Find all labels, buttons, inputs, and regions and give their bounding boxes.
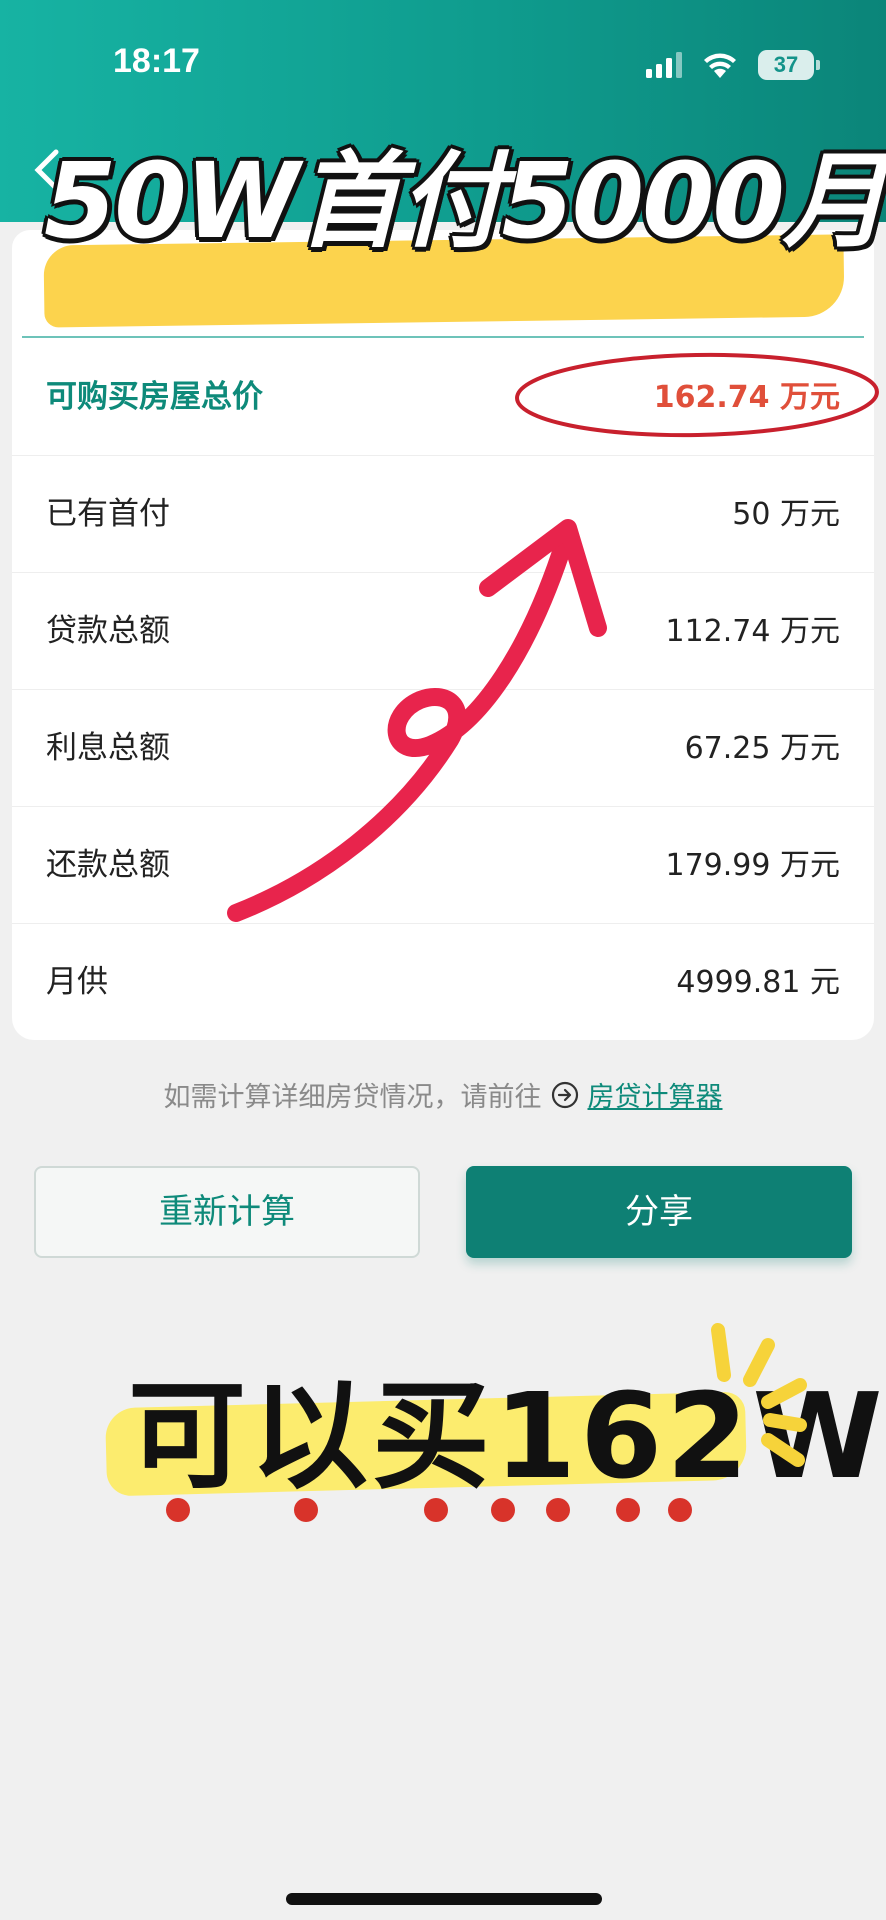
result-value: 112.74 万元 <box>665 614 840 649</box>
bottom-caption: 可以买162W <box>128 1367 886 1505</box>
result-row-monthly-payment: 月供 4999.81 元 <box>12 924 874 1041</box>
cellular-signal-icon <box>646 52 682 78</box>
status-icons: 37 <box>646 48 820 82</box>
mortgage-calculator-link[interactable]: 房贷计算器 <box>588 1075 723 1114</box>
status-time: 18:17 <box>113 42 200 80</box>
share-button[interactable]: 分享 <box>466 1166 852 1258</box>
arrow-circle-right-icon <box>551 1081 578 1108</box>
result-value: 4999.81 元 <box>676 965 840 1000</box>
headline-overlay: 50W首付5000月供 <box>44 140 886 262</box>
result-label: 利息总额 <box>46 730 170 766</box>
calculator-hint: 如需计算详细房贷情况，请前往 房贷计算器 <box>0 1075 886 1114</box>
result-label: 已有首付 <box>46 496 170 532</box>
hint-text: 如需计算详细房贷情况，请前往 <box>163 1082 542 1113</box>
card-divider <box>22 336 864 338</box>
result-label: 月供 <box>46 964 108 1000</box>
result-row-loan-total: 贷款总额 112.74 万元 <box>12 573 874 690</box>
result-row-interest-total: 利息总额 67.25 万元 <box>12 690 874 807</box>
result-label: 还款总额 <box>46 847 170 883</box>
result-value: 162.74 万元 <box>653 380 840 415</box>
result-row-repayment-total: 还款总额 179.99 万元 <box>12 807 874 924</box>
result-row-down-payment: 已有首付 50 万元 <box>12 456 874 573</box>
wifi-icon <box>704 53 736 78</box>
result-value: 179.99 万元 <box>665 848 840 883</box>
results-card: 可购买房屋总价 162.74 万元 已有首付 50 万元 贷款总额 112.74… <box>12 339 874 1040</box>
result-label: 贷款总额 <box>46 613 170 649</box>
result-row-total-price: 可购买房屋总价 162.74 万元 <box>12 339 874 456</box>
recalculate-button[interactable]: 重新计算 <box>34 1166 420 1258</box>
home-indicator[interactable] <box>286 1893 602 1905</box>
result-value: 67.25 万元 <box>684 731 840 766</box>
status-bar: 18:17 37 <box>0 0 886 130</box>
battery-icon: 37 <box>758 50 820 80</box>
app-screen: 18:17 37 50W首付5000月供 可购买房屋总价 162.74 万元 <box>0 0 886 1920</box>
result-label: 可购买房屋总价 <box>46 379 263 415</box>
result-value: 50 万元 <box>732 497 840 532</box>
